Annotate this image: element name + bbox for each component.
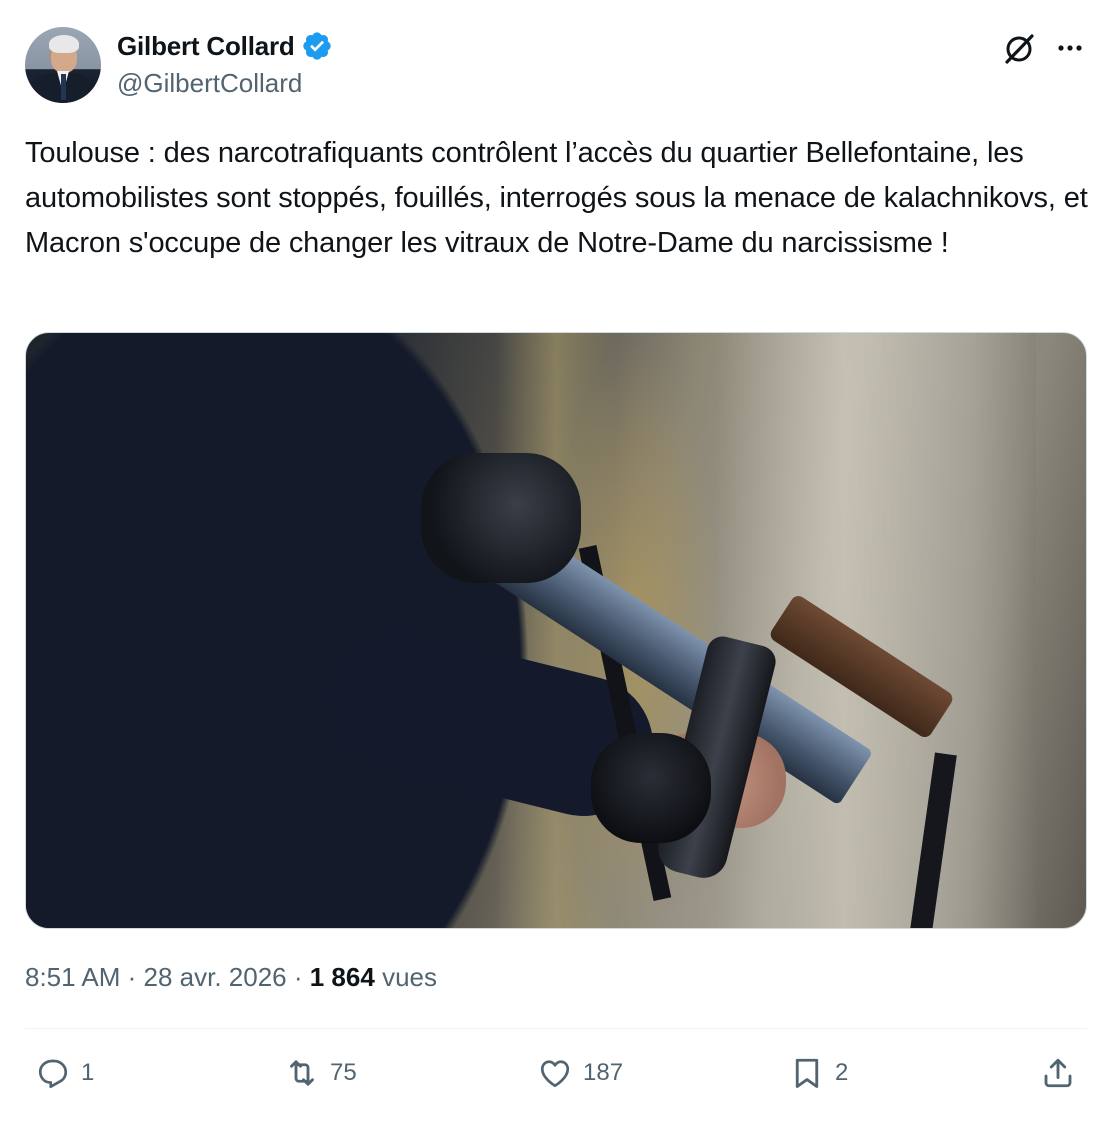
tweet-time[interactable]: 8:51 AM [25,962,120,992]
author-name-row[interactable]: Gilbert Collard [117,30,333,62]
views-count: 1 864 [309,962,375,992]
verified-badge-icon [302,32,331,60]
author-name[interactable]: Gilbert Collard [117,31,295,62]
tweet-text: Toulouse : des narcotrafiquants contrôle… [25,137,1088,259]
tweet-media-image[interactable] [25,332,1087,929]
retweet-count: 75 [330,1059,357,1086]
reply-count: 1 [81,1059,95,1086]
retweet-icon [290,1060,314,1086]
retweet-button[interactable]: 75 [284,1055,357,1091]
tweet-meta: 8:51 AM · 28 avr. 2026 · 1 864 vues [25,962,437,993]
share-icon [1044,1058,1072,1088]
author-avatar[interactable] [25,27,101,103]
bookmark-button[interactable]: 2 [789,1055,848,1091]
meta-separator: · [120,962,144,992]
tweet-date[interactable]: 28 avr. 2026 [144,962,287,992]
bookmark-icon [795,1058,819,1088]
more-icon[interactable] [1054,34,1086,62]
views-label: vues [382,962,437,992]
meta-separator: · [286,962,310,992]
heart-icon [540,1060,570,1088]
share-button[interactable] [1040,1055,1076,1091]
reply-button[interactable]: 1 [35,1055,94,1091]
like-button[interactable]: 187 [537,1055,623,1091]
bookmark-count: 2 [835,1059,849,1086]
author-handle[interactable]: @GilbertCollard [117,68,302,99]
grok-icon[interactable] [1001,31,1037,67]
like-count: 187 [583,1059,624,1086]
reply-icon [38,1059,68,1088]
divider [25,1028,1087,1029]
